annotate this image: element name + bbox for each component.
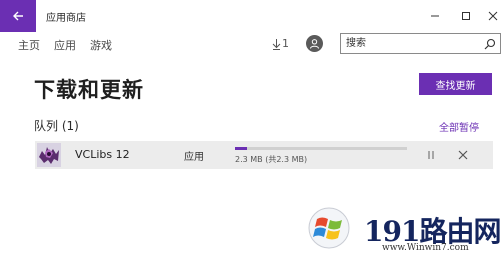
back-button[interactable] xyxy=(0,0,36,32)
user-icon xyxy=(310,39,319,49)
cancel-icon xyxy=(458,150,468,160)
pause-icon xyxy=(428,151,434,159)
minimize-icon xyxy=(431,15,439,17)
watermark: 191路由网 www.Winwin7.com xyxy=(302,202,502,258)
app-name: VCLibs 12 xyxy=(75,148,130,161)
search-button[interactable] xyxy=(482,36,497,51)
download-icon xyxy=(272,38,281,50)
download-count: 1 xyxy=(282,37,289,50)
maximize-icon xyxy=(462,12,470,20)
search-input[interactable] xyxy=(341,34,481,53)
check-for-updates-button[interactable]: 查找更新 xyxy=(419,73,492,95)
page-title: 下载和更新 xyxy=(34,78,144,102)
watermark-url: www.Winwin7.com xyxy=(382,243,469,253)
search-icon xyxy=(484,38,495,49)
download-progress-fill xyxy=(235,147,248,150)
search-box xyxy=(340,33,501,54)
pause-all-link[interactable]: 全部暂停 xyxy=(439,119,479,134)
app-icon xyxy=(37,143,61,167)
back-arrow-icon xyxy=(13,11,23,21)
windows-logo xyxy=(308,207,350,249)
cancel-download-button[interactable] xyxy=(456,148,470,162)
download-size: 2.3 MB (共2.3 MB) xyxy=(235,155,308,164)
window-title: 应用商店 xyxy=(46,13,86,24)
queue-heading: 队列 (1) xyxy=(34,119,79,133)
nav-home[interactable]: 主页 xyxy=(18,37,40,53)
download-progress-bar xyxy=(235,147,407,150)
nav-apps[interactable]: 应用 xyxy=(54,37,76,53)
close-icon xyxy=(488,11,498,21)
downloads-indicator[interactable]: 1 xyxy=(272,37,289,50)
pause-download-button[interactable] xyxy=(424,148,438,162)
app-type: 应用 xyxy=(184,152,204,163)
close-window-button[interactable] xyxy=(478,6,503,26)
maximize-button[interactable] xyxy=(451,6,481,26)
avatar[interactable] xyxy=(306,35,323,52)
minimize-button[interactable] xyxy=(420,6,450,26)
nav-games[interactable]: 游戏 xyxy=(90,37,112,53)
title-bar: 应用商店 xyxy=(0,0,503,32)
download-row[interactable]: VCLibs 12 应用 2.3 MB (共2.3 MB) xyxy=(35,141,493,169)
